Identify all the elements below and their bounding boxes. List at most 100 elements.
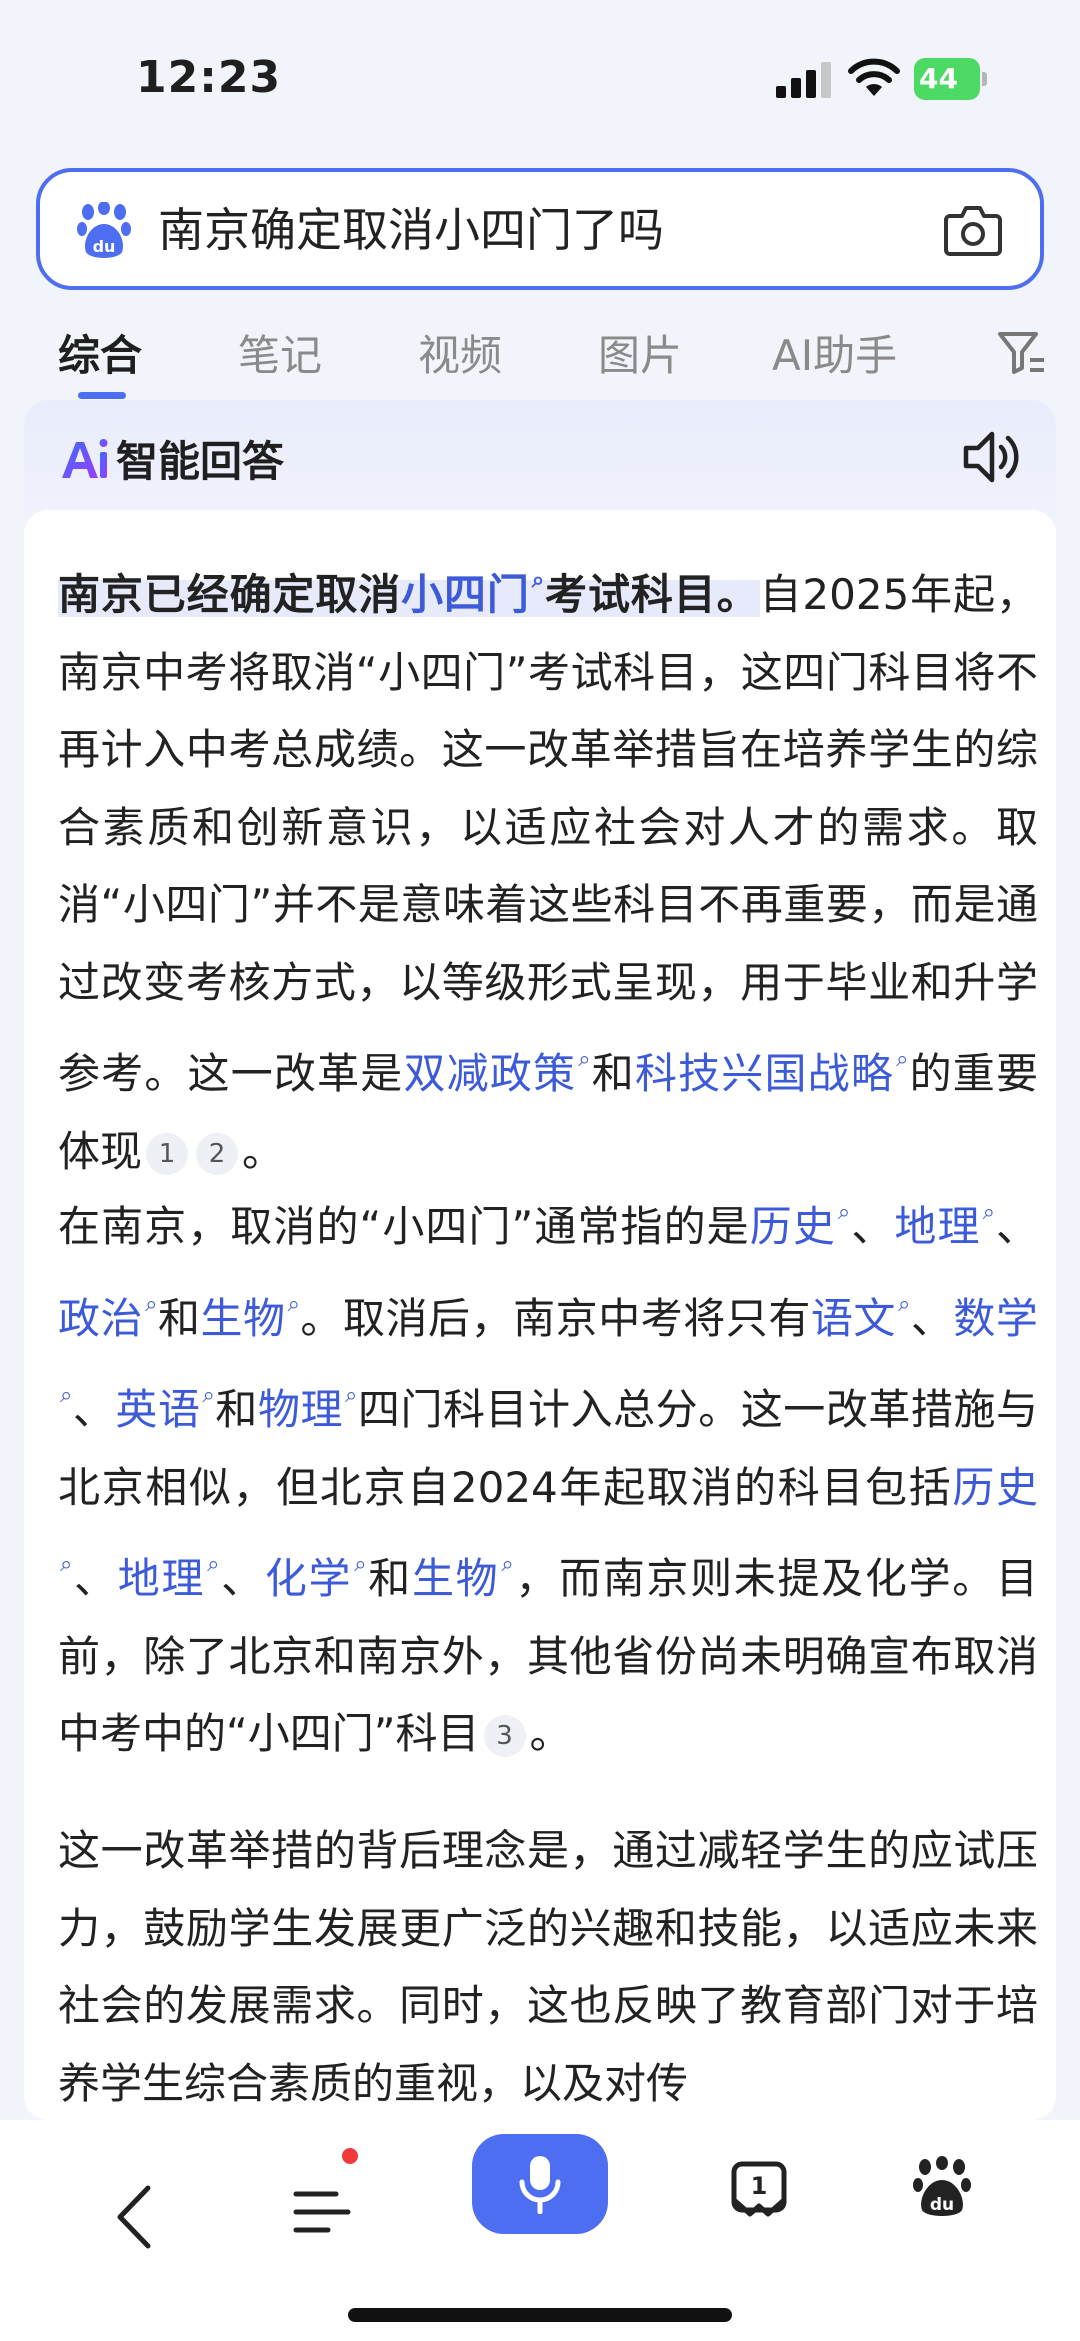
tab-notes[interactable]: 笔记 — [238, 322, 322, 383]
ai-logo-icon — [62, 439, 108, 478]
search-magnifier-icon: ⌕ — [837, 1200, 851, 1225]
entity-link-label: 数学 — [953, 1293, 1038, 1343]
search-magnifier-icon: ⌕ — [531, 568, 545, 593]
search-magnifier-icon: ⌕ — [354, 1552, 367, 1577]
answer-text: 这一改革举措的背后理念是，通过减轻学生的应试压力，鼓励学生发展更广泛的兴趣和技能… — [58, 1826, 1038, 2108]
entity-link-label: 生物 — [411, 1554, 500, 1603]
search-tabs: 综合 笔记 视频 图片 AI助手 — [0, 310, 1080, 400]
entity-link-label: 小四门 — [401, 570, 530, 619]
battery-indicator: 44 — [914, 58, 987, 100]
multi-window-icon[interactable]: 1 — [728, 2160, 790, 2224]
entity-link-label: 地理 — [117, 1554, 206, 1603]
tab-images[interactable]: 图片 — [598, 322, 682, 383]
answer-text: 和 — [157, 1293, 201, 1343]
baidu-paw-icon: du — [77, 202, 131, 258]
bottom-navigation: 1 du — [0, 2120, 1080, 2341]
answer-text: 、 — [219, 1554, 265, 1603]
answer-paragraph-2: 在南京，取消的“小四门”通常指的是历史⌕、地理⌕、政治⌕和生物⌕。取消后，南京中… — [58, 1174, 1038, 1773]
status-time: 12:23 — [136, 52, 282, 103]
entity-link-label: 政治 — [58, 1293, 144, 1343]
entity-link[interactable]: 历史⌕ — [750, 1200, 851, 1251]
tab-comprehensive[interactable]: 综合 — [58, 322, 142, 383]
entity-link-label: 生物 — [200, 1293, 286, 1343]
entity-link[interactable]: 地理⌕ — [117, 1552, 220, 1603]
entity-link[interactable]: 英语⌕ — [115, 1383, 215, 1434]
cellular-signal-icon — [776, 62, 831, 98]
entity-link[interactable]: 语文⌕ — [810, 1291, 911, 1343]
answer-text: 。取消后，南京中考将只有 — [299, 1293, 811, 1343]
citation-badge[interactable]: 3 — [483, 1715, 526, 1757]
entity-link-label: 科技兴国战略 — [634, 1049, 895, 1098]
home-indicator[interactable] — [348, 2308, 732, 2322]
search-magnifier-icon: ⌕ — [501, 1552, 514, 1577]
entity-link[interactable]: 生物⌕ — [411, 1552, 514, 1603]
answer-text: 自2025年起，南京中考将取消“小四门”考试科目，这四门科目将不再计入中考总成绩… — [58, 570, 1038, 1098]
search-magnifier-icon: ⌕ — [897, 1291, 911, 1317]
answer-text: 、 — [72, 1385, 116, 1434]
search-input[interactable]: 南京确定取消小四门了吗 — [158, 200, 664, 260]
answer-text: 、 — [994, 1202, 1038, 1251]
search-magnifier-icon: ⌕ — [896, 1047, 909, 1072]
entity-link[interactable]: 科技兴国战略⌕ — [634, 1047, 909, 1098]
answer-text: 、 — [850, 1202, 895, 1251]
tab-count: 1 — [751, 2172, 768, 2200]
answer-paragraph-3: 这一改革举措的背后理念是，通过减轻学生的应试压力，鼓励学生发展更广泛的兴趣和技能… — [58, 1812, 1038, 2120]
entity-link-label: 历史 — [952, 1462, 1038, 1512]
ai-answer-header: 智能回答 — [24, 400, 1056, 524]
search-magnifier-icon: ⌕ — [345, 1383, 358, 1408]
menu-icon[interactable] — [292, 2180, 358, 2244]
battery-cap — [982, 72, 987, 86]
search-magnifier-icon: ⌕ — [207, 1552, 220, 1577]
answer-text: 和 — [366, 1554, 412, 1603]
answer-text: 和 — [590, 1049, 635, 1098]
microphone-icon — [519, 2156, 561, 2214]
tab-videos[interactable]: 视频 — [418, 322, 502, 383]
search-magnifier-icon: ⌕ — [287, 1291, 300, 1317]
svg-text:du: du — [930, 2195, 954, 2215]
answer-text: 在南京，取消的“小四门”通常指的是 — [58, 1202, 750, 1251]
search-magnifier-icon: ⌕ — [60, 1383, 73, 1408]
entity-link[interactable]: 双减政策⌕ — [403, 1047, 591, 1098]
active-tab-indicator — [78, 392, 126, 399]
entity-link-label: 物理 — [257, 1385, 344, 1434]
answer-highlight: 南京已经确定取消 — [58, 570, 402, 619]
entity-link-label: 语文 — [810, 1293, 896, 1343]
tab-ai-assistant[interactable]: AI助手 — [772, 322, 897, 383]
answer-text: 。 — [242, 1126, 285, 1176]
entity-link[interactable]: 化学⌕ — [264, 1552, 367, 1603]
answer-paragraph-1: 南京已经确定取消小四门⌕考试科目。自2025年起，南京中考将取消“小四门”考试科… — [58, 542, 1038, 1190]
status-bar: 12:23 44 — [0, 0, 1080, 160]
answer-text: 和 — [214, 1385, 258, 1434]
filter-icon[interactable] — [996, 328, 1046, 376]
ai-answer-title: 智能回答 — [116, 437, 285, 486]
back-icon[interactable] — [110, 2182, 158, 2252]
entity-link-label: 化学 — [264, 1554, 353, 1603]
search-bar[interactable]: du 南京确定取消小四门了吗 — [36, 168, 1044, 290]
battery-level: 44 — [914, 58, 980, 100]
ai-answer-content: 南京已经确定取消小四门⌕考试科目。自2025年起，南京中考将取消“小四门”考试科… — [24, 510, 1056, 2120]
entity-link-label: 双减政策 — [403, 1049, 577, 1098]
entity-link[interactable]: 物理⌕ — [257, 1383, 358, 1434]
search-magnifier-icon: ⌕ — [202, 1383, 215, 1408]
entity-link-label: 英语 — [115, 1385, 201, 1434]
voice-search-button[interactable] — [472, 2134, 608, 2234]
wifi-icon — [848, 58, 900, 96]
notification-dot — [342, 2148, 358, 2164]
citation-badge[interactable]: 2 — [196, 1132, 239, 1175]
search-magnifier-icon: ⌕ — [982, 1200, 995, 1225]
baidu-home-icon[interactable]: du — [912, 2156, 972, 2220]
entity-link[interactable]: 政治⌕ — [58, 1291, 158, 1343]
speaker-icon[interactable] — [960, 426, 1022, 488]
search-magnifier-icon: ⌕ — [60, 1552, 73, 1577]
entity-link-label: 地理 — [894, 1202, 981, 1251]
camera-icon[interactable] — [944, 204, 1002, 256]
search-magnifier-icon: ⌕ — [578, 1047, 591, 1072]
entity-link[interactable]: 生物⌕ — [200, 1291, 300, 1343]
answer-text: 、 — [72, 1554, 118, 1603]
entity-link[interactable]: 小四门⌕ — [401, 568, 545, 619]
entity-link[interactable]: 地理⌕ — [894, 1200, 995, 1251]
svg-text:du: du — [93, 237, 116, 256]
search-magnifier-icon: ⌕ — [145, 1291, 158, 1317]
answer-text: 、 — [910, 1293, 954, 1343]
citation-badge[interactable]: 1 — [146, 1132, 189, 1175]
